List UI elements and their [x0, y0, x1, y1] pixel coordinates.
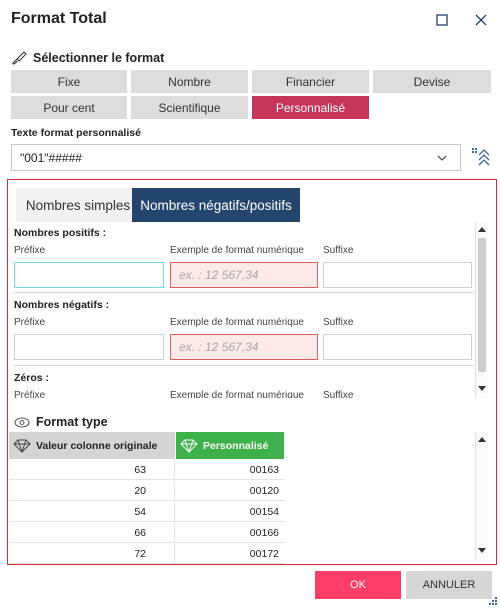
brush-icon: [12, 51, 27, 65]
custom-value-cell: 00172: [249, 548, 279, 560]
scroll-up-icon: [478, 437, 486, 442]
original-column-label: Valeur colonne originale: [36, 439, 158, 452]
positive-example-field[interactable]: ex. : 12 567,34: [170, 262, 318, 288]
format-tools-button[interactable]: [470, 146, 492, 168]
positive-prefix-label: Préfixe: [14, 245, 46, 256]
group-divider: [14, 365, 474, 366]
ok-button[interactable]: OK: [315, 571, 401, 599]
table-row[interactable]: 72 00172: [9, 544, 285, 564]
negative-suffix-label: Suffixe: [323, 317, 354, 328]
table-row[interactable]: 20 00120: [9, 481, 285, 501]
resize-grip-icon[interactable]: [488, 596, 498, 606]
negative-example-field[interactable]: ex. : 12 567,34: [170, 334, 318, 360]
select-format-text: Sélectionner le format: [33, 51, 165, 65]
format-devise-button[interactable]: Devise: [373, 70, 491, 93]
original-value-cell: 63: [9, 460, 175, 480]
negative-prefix-input[interactable]: [14, 334, 164, 360]
close-icon: [475, 14, 487, 26]
preview-scrollbar[interactable]: [475, 432, 488, 560]
dialog-title: Format Total: [11, 10, 107, 27]
preview-grid: Valeur colonne originale Personnalisé 63…: [8, 430, 496, 564]
custom-value-cell: 00163: [249, 464, 279, 476]
scroll-up-button[interactable]: [476, 222, 488, 236]
settings-scrollbar[interactable]: [475, 222, 488, 398]
format-type-text: Format type: [36, 415, 108, 429]
format-tools-icon: [472, 148, 490, 166]
cancel-button[interactable]: ANNULER: [406, 571, 492, 599]
select-format-label: Sélectionner le format: [11, 51, 164, 65]
positive-suffix-label: Suffixe: [323, 245, 354, 256]
original-value-cell: 20: [9, 481, 175, 501]
original-value-cell: 54: [9, 502, 175, 522]
original-value-cell: 72: [9, 544, 175, 564]
preview-scroll-up-button[interactable]: [476, 432, 488, 446]
custom-format-panel: Nombres simples Nombres négatifs/positif…: [7, 179, 497, 565]
custom-format-label: Texte format personnalisé: [11, 127, 141, 139]
custom-value-cell: 00120: [249, 485, 279, 497]
negative-suffix-input[interactable]: [323, 334, 472, 360]
maximize-button[interactable]: [430, 8, 454, 32]
custom-value-cell: 00154: [249, 506, 279, 518]
scroll-up-icon: [478, 227, 486, 232]
original-value-cell: 66: [9, 523, 175, 543]
maximize-icon: [436, 14, 448, 26]
negative-prefix-label: Préfixe: [14, 317, 46, 328]
zeros-prefix-label: Préfixe: [14, 390, 46, 398]
format-pourcent-button[interactable]: Pour cent: [11, 96, 127, 119]
format-type-label: Format type: [14, 415, 108, 429]
format-scientifique-button[interactable]: Scientifique: [131, 96, 248, 119]
zeros-example-label: Exemple de format numérique: [170, 390, 304, 398]
preview-scroll-down-button[interactable]: [476, 544, 488, 558]
custom-format-select[interactable]: "001"#####: [11, 144, 461, 171]
zeros-title: Zéros :: [14, 372, 50, 384]
eye-icon: [14, 416, 30, 428]
title-bar: Format Total: [0, 0, 500, 40]
diamond-icon: [13, 439, 31, 453]
format-fixe-button[interactable]: Fixe: [11, 70, 127, 93]
custom-column-header[interactable]: Personnalisé: [176, 432, 284, 459]
custom-value-cell: 00166: [249, 527, 279, 539]
scroll-down-icon: [478, 386, 486, 391]
negative-numbers-title: Nombres négatifs :: [14, 299, 110, 311]
tab-negative-positive[interactable]: Nombres négatifs/positifs: [132, 188, 300, 222]
zeros-suffix-label: Suffixe: [323, 390, 354, 398]
number-settings-area: Nombres positifs : Préfixe Exemple de fo…: [8, 222, 486, 398]
chevron-down-icon[interactable]: [436, 152, 448, 164]
group-divider: [14, 292, 474, 293]
negative-example-label: Exemple de format numérique: [170, 317, 304, 328]
scroll-down-button[interactable]: [476, 382, 488, 396]
positive-numbers-title: Nombres positifs :: [14, 227, 107, 239]
format-financier-button[interactable]: Financier: [252, 70, 369, 93]
custom-column-label: Personnalisé: [203, 439, 269, 452]
close-button[interactable]: [469, 8, 493, 32]
scroll-thumb[interactable]: [478, 238, 486, 372]
format-personnalise-button[interactable]: Personnalisé: [252, 96, 369, 119]
positive-prefix-input[interactable]: [14, 262, 164, 288]
diamond-icon: [180, 439, 198, 453]
original-column-header[interactable]: Valeur colonne originale: [9, 432, 175, 459]
tab-simple-numbers[interactable]: Nombres simples: [16, 188, 140, 222]
positive-example-label: Exemple de format numérique: [170, 245, 304, 256]
scroll-down-icon: [478, 548, 486, 553]
table-row[interactable]: 66 00166: [9, 523, 285, 543]
table-row[interactable]: 63 00163: [9, 460, 285, 480]
custom-format-value: "001"#####: [20, 150, 82, 165]
positive-suffix-input[interactable]: [323, 262, 472, 288]
table-row[interactable]: 54 00154: [9, 502, 285, 522]
format-nombre-button[interactable]: Nombre: [131, 70, 248, 93]
